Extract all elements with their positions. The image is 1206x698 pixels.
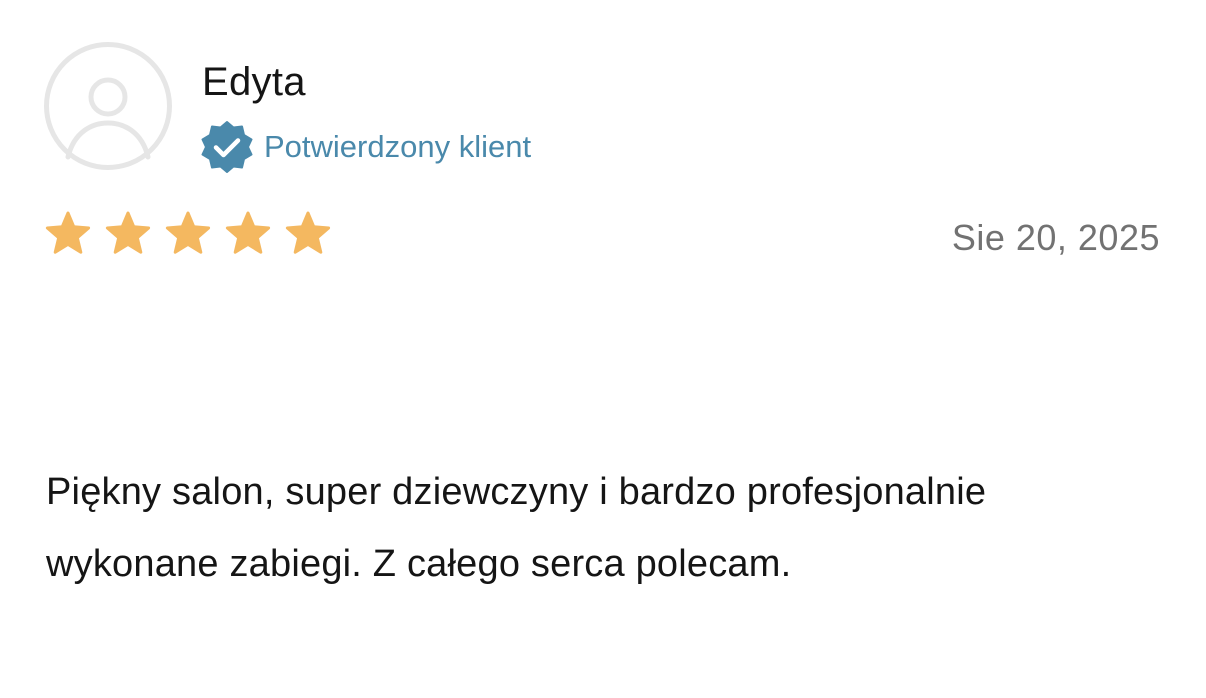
review-date: Sie 20, 2025 (951, 217, 1160, 258)
star-icon (44, 210, 92, 258)
star-icon (284, 210, 332, 258)
user-placeholder-icon (44, 42, 172, 170)
verified-client-badge: Potwierdzony klient (200, 120, 531, 174)
star-icon (224, 210, 272, 258)
star-rating (44, 210, 332, 258)
star-icon (164, 210, 212, 258)
verified-client-label: Potwierdzony klient (264, 129, 532, 164)
review-text: Piękny salon, super dziewczyny i bardzo … (46, 471, 987, 585)
reviewer-name: Edyta (202, 60, 306, 104)
verified-badge-icon (200, 120, 254, 174)
star-icon (104, 210, 152, 258)
review-card: Edyta Potwierdzony klient Sie 20, 2025 P… (0, 0, 1206, 698)
avatar (44, 42, 172, 170)
